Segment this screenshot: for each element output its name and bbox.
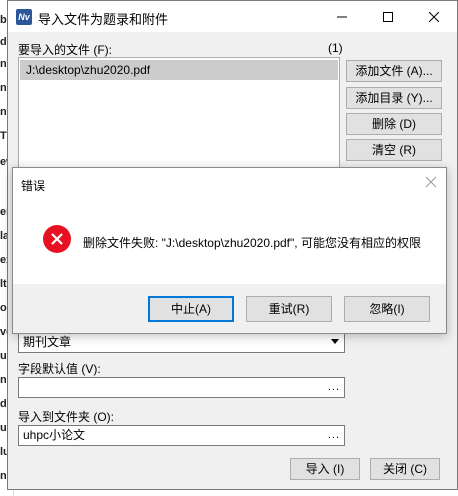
dialog-title: 错误 xyxy=(21,179,46,193)
close-icon xyxy=(429,11,439,22)
retry-button[interactable]: 重试(R) xyxy=(246,296,332,322)
list-item[interactable]: J:\desktop\zhu2020.pdf xyxy=(20,60,338,80)
files-count: (1) xyxy=(328,41,343,55)
default-value-label: 字段默认值 (V): xyxy=(18,362,101,376)
dialog-footer: 中止(A) 重试(R) 忽略(I) xyxy=(13,284,446,333)
minimize-icon xyxy=(337,16,347,17)
import-folder-field[interactable]: uhpc小论文 ... xyxy=(18,425,345,446)
close-icon[interactable] xyxy=(425,176,437,188)
ignore-button[interactable]: 忽略(I) xyxy=(344,296,430,322)
files-label: 要导入的文件 (F): xyxy=(18,43,112,57)
minimize-button[interactable] xyxy=(319,1,365,32)
error-icon xyxy=(43,225,71,253)
add-file-button[interactable]: 添加文件 (A)... xyxy=(346,60,442,82)
window-title: 导入文件为题录和附件 xyxy=(38,12,169,27)
default-value-field[interactable]: ... xyxy=(18,377,345,398)
close-window-button[interactable] xyxy=(411,1,457,32)
clear-button[interactable]: 清空 (R) xyxy=(346,139,442,161)
add-folder-button[interactable]: 添加目录 (Y)... xyxy=(346,87,442,109)
chevron-down-icon xyxy=(331,339,339,344)
delete-button[interactable]: 删除 (D) xyxy=(346,113,442,135)
files-listbox[interactable]: J:\desktop\zhu2020.pdf xyxy=(18,57,340,181)
reference-type-value: 期刊文章 xyxy=(23,335,72,349)
browse-folder-button[interactable]: ... xyxy=(328,426,340,445)
app-logo-icon: Nv xyxy=(16,9,32,25)
import-folder-value: uhpc小论文 xyxy=(23,428,86,442)
abort-button[interactable]: 中止(A) xyxy=(148,296,234,322)
browse-default-value-button[interactable]: ... xyxy=(328,378,340,397)
close-button[interactable]: 关闭 (C) xyxy=(370,458,440,480)
window-titlebar[interactable]: Nv 导入文件为题录和附件 xyxy=(8,1,457,32)
reference-type-select[interactable]: 期刊文章 xyxy=(18,332,345,353)
maximize-icon xyxy=(383,11,393,22)
maximize-button[interactable] xyxy=(365,1,411,32)
error-dialog: 错误 删除文件失败: "J:\desktop\zhu2020.pdf", 可能您… xyxy=(12,167,447,334)
import-folder-label: 导入到文件夹 (O): xyxy=(18,410,114,424)
import-button[interactable]: 导入 (I) xyxy=(290,458,360,480)
error-message: 删除文件失败: "J:\desktop\zhu2020.pdf", 可能您没有相… xyxy=(83,236,421,250)
